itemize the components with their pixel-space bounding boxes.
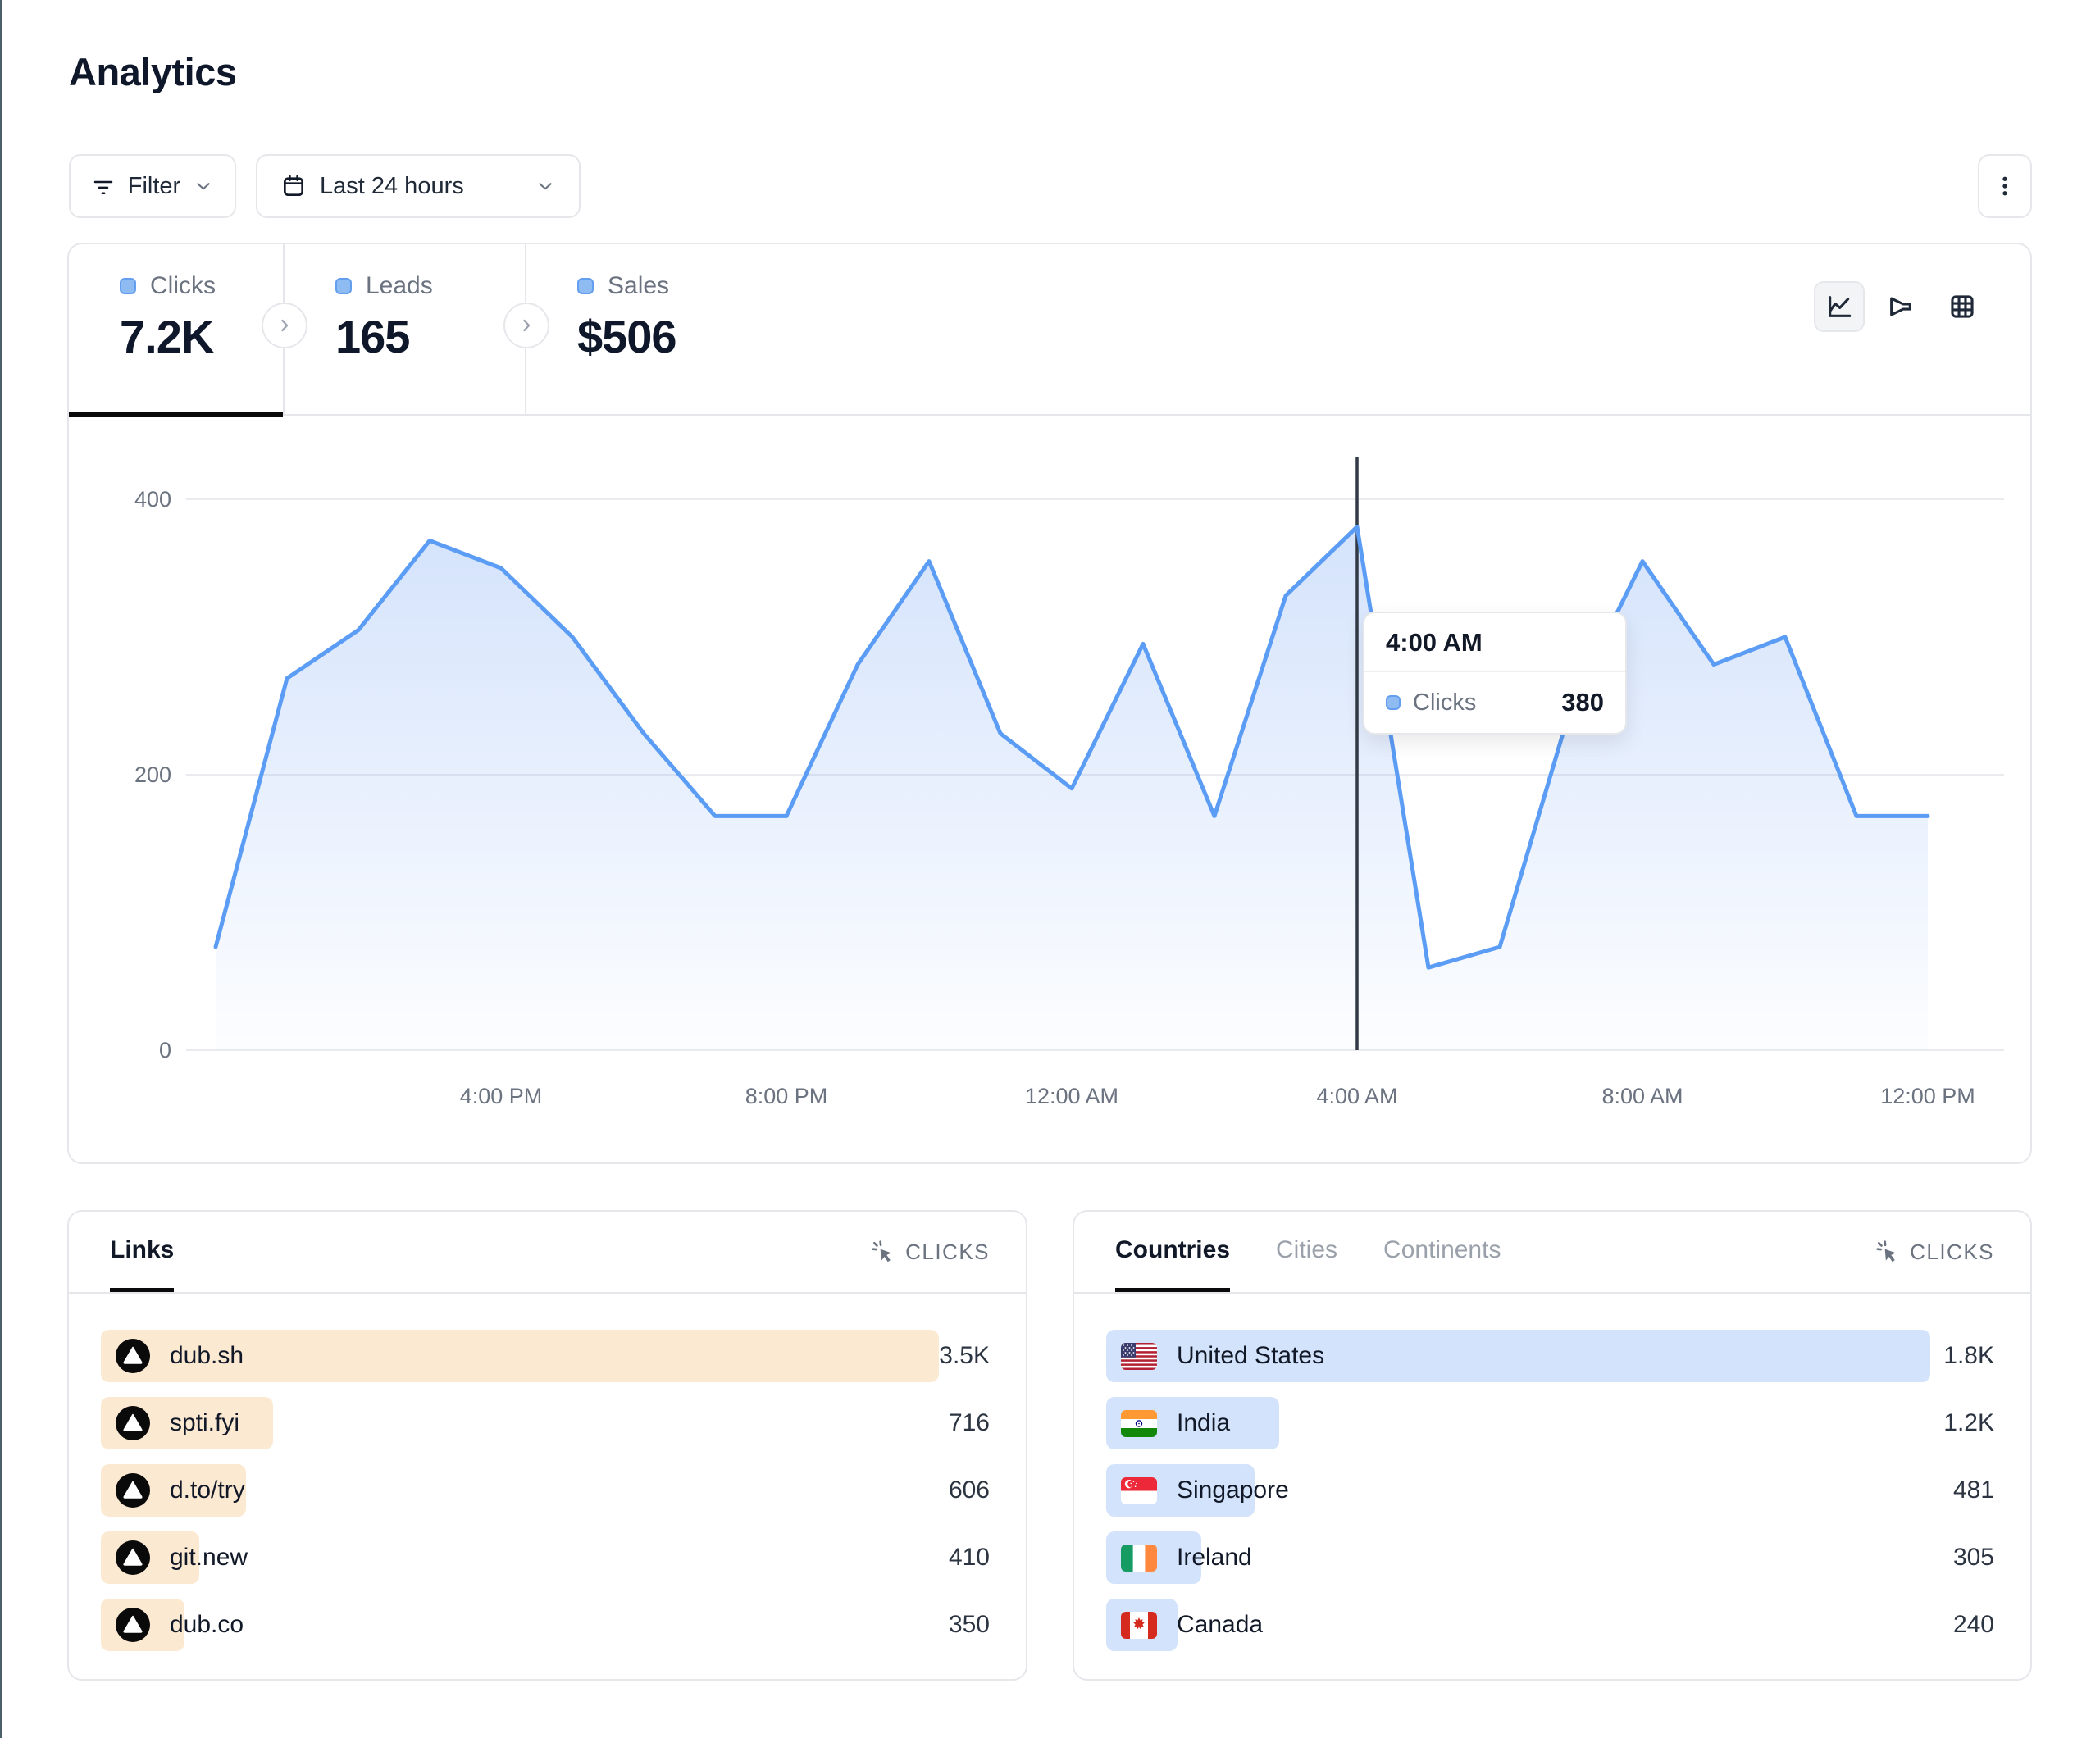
countries-metric-header[interactable]: CLICKS bbox=[1875, 1212, 1994, 1292]
row-value: 240 bbox=[1953, 1599, 1994, 1651]
row-label: Canada bbox=[1177, 1611, 1263, 1639]
cursor-click-icon bbox=[1875, 1239, 1901, 1265]
row-label: spti.fyi bbox=[170, 1409, 239, 1437]
x-axis-tick: 12:00 AM bbox=[1025, 1084, 1118, 1108]
row-value: 1.2K bbox=[1943, 1397, 1994, 1449]
expand-leads-button[interactable] bbox=[503, 303, 549, 348]
x-axis-tick: 8:00 AM bbox=[1601, 1084, 1683, 1108]
chart-tooltip: 4:00 AM Clicks 380 bbox=[1363, 612, 1627, 735]
tab-countries[interactable]: Countries bbox=[1115, 1212, 1230, 1292]
row-label: Ireland bbox=[1177, 1544, 1252, 1572]
more-options-button[interactable] bbox=[1978, 154, 2032, 218]
row-label: dub.sh bbox=[170, 1342, 244, 1370]
clicks-area-chart[interactable]: 0 200 400 4:00 PM 8:00 PM 12:00 AM 4:00 AM 8:00… bbox=[69, 244, 2034, 1166]
tooltip-legend-swatch bbox=[1386, 695, 1401, 710]
row-label: India bbox=[1177, 1409, 1230, 1437]
window-edge-strip bbox=[0, 0, 2, 1738]
row-label: dub.co bbox=[170, 1611, 244, 1639]
tab-continents[interactable]: Continents bbox=[1383, 1212, 1501, 1292]
countries-panel: Countries Cities Continents CLICKS United … bbox=[1073, 1210, 2032, 1681]
filter-button-label: Filter bbox=[128, 173, 180, 200]
y-axis-tick: 0 bbox=[159, 1038, 171, 1062]
dub-logo-icon bbox=[116, 1473, 150, 1508]
countries-panel-tabs: Countries Cities Continents bbox=[1115, 1212, 1501, 1292]
dub-logo-icon bbox=[116, 1406, 150, 1440]
chevron-down-icon bbox=[535, 175, 556, 197]
x-axis-tick: 4:00 PM bbox=[460, 1084, 543, 1108]
cursor-click-icon bbox=[870, 1239, 896, 1265]
date-range-select[interactable]: Last 24 hours bbox=[256, 154, 581, 218]
x-axis-tick: 12:00 PM bbox=[1880, 1084, 1975, 1108]
row-value: 350 bbox=[949, 1599, 990, 1651]
link-row[interactable]: dub.sh 3.5K bbox=[101, 1330, 990, 1382]
date-range-value: Last 24 hours bbox=[320, 173, 464, 200]
row-label: United States bbox=[1177, 1342, 1324, 1370]
chevron-right-icon bbox=[275, 316, 294, 335]
link-row[interactable]: dub.co 350 bbox=[101, 1599, 990, 1651]
tab-cities[interactable]: Cities bbox=[1276, 1212, 1337, 1292]
sg-flag-icon bbox=[1121, 1477, 1157, 1504]
page-title: Analytics bbox=[69, 49, 236, 94]
dub-logo-icon bbox=[116, 1540, 150, 1575]
countries-list: United States 1.8K India 1.2K Singapore 481 Ir… bbox=[1106, 1330, 1994, 1666]
row-value: 3.5K bbox=[939, 1330, 990, 1382]
row-value: 481 bbox=[1953, 1464, 1994, 1517]
tooltip-value: 380 bbox=[1561, 688, 1604, 717]
dub-logo-icon bbox=[116, 1339, 150, 1373]
row-value: 716 bbox=[949, 1397, 990, 1449]
x-axis-tick: 8:00 PM bbox=[745, 1084, 828, 1108]
metric-label: CLICKS bbox=[905, 1240, 990, 1265]
links-metric-header[interactable]: CLICKS bbox=[870, 1212, 990, 1292]
links-panel: Links CLICKS dub.sh 3.5K spti.fyi 716 d.to/t… bbox=[67, 1210, 1027, 1681]
links-list: dub.sh 3.5K spti.fyi 716 d.to/try 606 git.new 4… bbox=[101, 1330, 990, 1666]
in-flag-icon bbox=[1121, 1410, 1157, 1437]
country-row[interactable]: Canada 240 bbox=[1106, 1599, 1994, 1651]
calendar-icon bbox=[280, 173, 307, 199]
row-label: Singapore bbox=[1177, 1476, 1289, 1504]
ie-flag-icon bbox=[1121, 1545, 1157, 1572]
link-row[interactable]: spti.fyi 716 bbox=[101, 1397, 990, 1449]
x-axis-tick: 4:00 AM bbox=[1316, 1084, 1397, 1108]
row-label: d.to/try bbox=[170, 1476, 245, 1504]
metric-label: CLICKS bbox=[1910, 1240, 1994, 1265]
expand-clicks-button[interactable] bbox=[262, 303, 307, 348]
dub-logo-icon bbox=[116, 1608, 150, 1642]
country-row[interactable]: United States 1.8K bbox=[1106, 1330, 1994, 1382]
tooltip-time: 4:00 AM bbox=[1364, 613, 1625, 672]
ca-flag-icon bbox=[1121, 1612, 1157, 1639]
chevron-down-icon bbox=[193, 175, 214, 197]
row-label: git.new bbox=[170, 1544, 248, 1572]
country-row[interactable]: India 1.2K bbox=[1106, 1397, 1994, 1449]
country-row[interactable]: Ireland 305 bbox=[1106, 1531, 1994, 1584]
row-value: 1.8K bbox=[1943, 1330, 1994, 1382]
tooltip-series-label: Clicks bbox=[1413, 689, 1561, 717]
analytics-card: Clicks 7.2K Leads 165 Sales $506 bbox=[67, 243, 2032, 1164]
row-value: 410 bbox=[949, 1531, 990, 1584]
y-axis-tick: 400 bbox=[134, 487, 171, 512]
us-flag-icon bbox=[1121, 1343, 1157, 1370]
filter-icon bbox=[91, 174, 116, 198]
filter-button[interactable]: Filter bbox=[69, 154, 236, 218]
link-row[interactable]: git.new 410 bbox=[101, 1531, 990, 1584]
link-row[interactable]: d.to/try 606 bbox=[101, 1464, 990, 1517]
kebab-menu-icon bbox=[1993, 174, 2017, 198]
links-panel-tabs: Links bbox=[110, 1212, 174, 1292]
y-axis-tick: 200 bbox=[134, 762, 171, 787]
chevron-right-icon bbox=[517, 316, 536, 335]
row-value: 305 bbox=[1953, 1531, 1994, 1584]
tab-links[interactable]: Links bbox=[110, 1212, 174, 1292]
row-value: 606 bbox=[949, 1464, 990, 1517]
country-row[interactable]: Singapore 481 bbox=[1106, 1464, 1994, 1517]
